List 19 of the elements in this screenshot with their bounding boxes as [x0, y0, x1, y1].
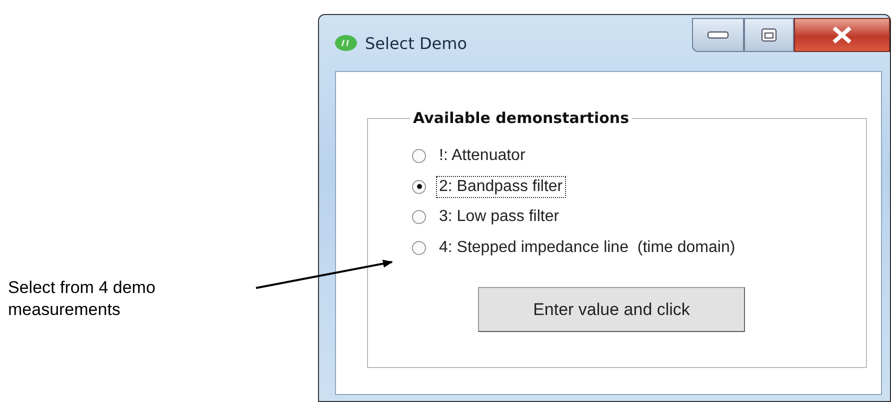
option-label[interactable]: 3: Low pass filter	[436, 206, 562, 228]
group-title: Available demonstartions	[412, 109, 630, 127]
minimize-icon	[707, 31, 729, 39]
close-icon	[831, 26, 853, 44]
radio-button[interactable]	[412, 180, 426, 194]
minimize-button[interactable]	[692, 18, 744, 52]
enter-value-button[interactable]: Enter value and click	[478, 287, 745, 332]
option-label[interactable]: 2: Bandpass filter	[436, 176, 566, 198]
close-button[interactable]	[794, 18, 890, 52]
radio-button[interactable]	[412, 149, 426, 164]
radio-button[interactable]	[412, 240, 426, 255]
maximize-icon	[761, 28, 777, 42]
option-label[interactable]: !: Attenuator	[436, 145, 528, 168]
logo-icon	[335, 35, 357, 51]
radio-button[interactable]	[412, 210, 426, 224]
window-title: Select Demo	[365, 34, 467, 52]
maximize-button[interactable]	[744, 18, 794, 52]
option-label[interactable]: 4: Stepped impedance line (time domain)	[436, 236, 738, 259]
annotation-text: Select from 4 demo measurements	[8, 277, 156, 321]
